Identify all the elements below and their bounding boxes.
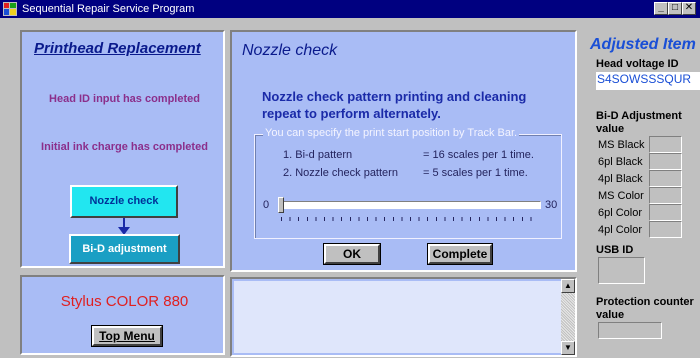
log-scrollbar[interactable]: ▲ ▼ <box>561 279 575 355</box>
ok-button[interactable]: OK <box>324 244 380 264</box>
nozzle-check-button[interactable]: Nozzle check <box>70 185 178 218</box>
top-menu-button[interactable]: Top Menu <box>92 326 162 346</box>
scroll-up-icon[interactable]: ▲ <box>561 279 575 293</box>
bid-value-cell <box>649 170 682 187</box>
bid-value-cell <box>649 187 682 204</box>
bid-value-cell <box>649 136 682 153</box>
pattern-label-nozzle: 2. Nozzle check pattern <box>283 167 398 179</box>
head-voltage-label: Head voltage ID <box>596 58 679 70</box>
pattern-label-bid: 1. Bi-d pattern <box>283 149 353 161</box>
instruction-text: Nozzle check pattern printing and cleani… <box>262 89 527 121</box>
nozzle-check-panel: Nozzle check Nozzle check pattern printi… <box>230 30 577 272</box>
trackbar-max-label: 30 <box>545 199 558 211</box>
scroll-down-icon[interactable]: ▼ <box>561 341 575 355</box>
page-title: Nozzle check <box>242 42 338 59</box>
protection-counter-value <box>598 322 662 339</box>
trackbar-ticks <box>281 217 539 221</box>
adjusted-item-panel: Adjusted Item Head voltage ID S4SOWSSSQU… <box>582 30 700 358</box>
protection-counter-label: Protection counter value <box>596 296 694 321</box>
bid-value-cell <box>649 221 682 238</box>
bid-value-cell <box>649 204 682 221</box>
pattern-value-bid: = 16 scales per 1 time. <box>423 149 534 161</box>
maximize-button[interactable]: □ <box>668 2 682 15</box>
trackbar-group: You can specify the print start position… <box>254 127 562 239</box>
bid-row-label: 6pl Black <box>598 156 643 168</box>
group-legend: You can specify the print start position… <box>263 127 520 139</box>
app-icon <box>3 2 17 16</box>
trackbar-thumb[interactable] <box>278 197 284 213</box>
head-voltage-value: S4SOWSSSQUR <box>596 72 700 90</box>
complete-button[interactable]: Complete <box>428 244 492 264</box>
bid-adjustment-label: Bi-D Adjustment value <box>596 110 682 135</box>
status-message-ink-charge: Initial ink charge has completed <box>41 141 208 153</box>
print-position-trackbar[interactable] <box>279 201 541 209</box>
printhead-replacement-panel: Printhead Replacement Head ID input has … <box>20 30 225 268</box>
bid-row-label: 4pl Color <box>598 224 643 236</box>
usb-id-label: USB ID <box>596 244 634 256</box>
bid-adjustment-button[interactable]: Bi-D adjustment <box>69 234 180 264</box>
trackbar-min-label: 0 <box>263 199 270 211</box>
close-button[interactable]: ✕ <box>682 2 696 15</box>
model-panel: Stylus COLOR 880 Top Menu <box>20 275 225 355</box>
pattern-value-nozzle: = 5 scales per 1 time. <box>423 167 528 179</box>
model-name: Stylus COLOR 880 <box>60 293 189 310</box>
log-textarea[interactable] <box>234 281 573 353</box>
bid-row-label: MS Black <box>598 139 645 151</box>
minimize-button[interactable]: _ <box>654 2 668 15</box>
bid-row-label: 6pl Color <box>598 207 643 219</box>
panel-heading: Adjusted Item <box>590 36 696 53</box>
window-title: Sequential Repair Service Program <box>22 3 195 15</box>
panel-heading: Printhead Replacement <box>34 40 201 57</box>
title-bar: Sequential Repair Service Program _ □ ✕ <box>0 0 700 18</box>
log-panel: ▲ ▼ <box>230 277 577 357</box>
bid-row-label: MS Color <box>598 190 644 202</box>
usb-id-value <box>598 257 645 284</box>
status-message-head-id: Head ID input has completed <box>49 93 200 105</box>
bid-row-label: 4pl Black <box>598 173 643 185</box>
bid-value-cell <box>649 153 682 170</box>
